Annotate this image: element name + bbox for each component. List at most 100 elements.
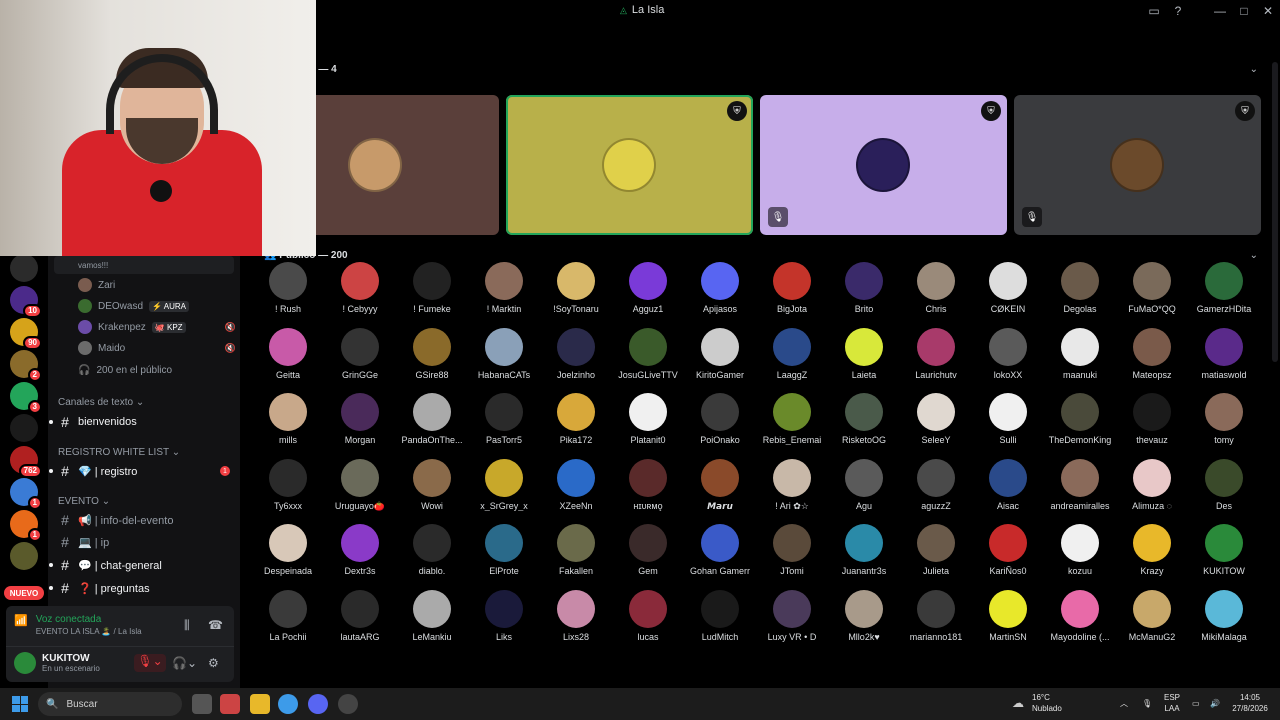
audience-member[interactable]: Pika172	[540, 393, 612, 445]
audience-member[interactable]: Apijasos	[684, 262, 756, 314]
file-explorer-icon[interactable]	[250, 694, 270, 714]
audience-member[interactable]: McManuG2	[1116, 589, 1188, 642]
minimize-button[interactable]: —	[1208, 0, 1232, 22]
server-icon[interactable]	[10, 414, 38, 442]
server-icon[interactable]: 2	[10, 350, 42, 382]
network-icon[interactable]: ▭	[1192, 698, 1200, 709]
audience-member[interactable]: Aisac	[972, 458, 1044, 511]
audience-member[interactable]: Des	[1188, 458, 1260, 511]
audience-member[interactable]: ! Cebyyy	[324, 262, 396, 314]
audience-member[interactable]: Mateopsz	[1116, 327, 1188, 380]
settings-gear-icon[interactable]: ⚙	[208, 656, 219, 670]
audience-member[interactable]: Rebis_Enemai	[756, 393, 828, 445]
audience-member[interactable]: ! Ari ✿☆	[756, 458, 828, 512]
audience-member[interactable]: thevauz	[1116, 393, 1188, 445]
task-view-icon[interactable]	[192, 694, 212, 714]
chevron-down-icon[interactable]: ⌄	[1250, 64, 1258, 75]
channel-registro[interactable]: # 💎 | registro 1	[49, 461, 236, 481]
audience-member[interactable]: mills	[252, 393, 324, 445]
audience-member[interactable]: !SoyTonaru	[540, 262, 612, 314]
audience-member[interactable]: JosuGLiveTTV	[612, 327, 684, 380]
language-indicator[interactable]: ESP LAA	[1164, 692, 1180, 714]
maximize-button[interactable]: □	[1232, 0, 1256, 22]
audience-member[interactable]: matiaswold	[1188, 327, 1260, 380]
audience-member[interactable]: marianno181	[900, 589, 972, 642]
category-text-channels[interactable]: Canales de texto ⌄	[58, 397, 144, 408]
audience-member[interactable]: BigJota	[756, 262, 828, 314]
channel-ip[interactable]: # 💻 | ip	[58, 532, 236, 552]
audience-member[interactable]: ! Rush	[252, 262, 324, 314]
chrome-icon[interactable]	[278, 694, 298, 714]
server-icon[interactable]: 762	[10, 446, 42, 478]
audience-member[interactable]: Wowi	[396, 458, 468, 511]
audience-member[interactable]: KariÑos0	[972, 524, 1044, 576]
audience-member[interactable]: La Pochii	[252, 589, 324, 642]
weather[interactable]: 16°C Nublado	[1032, 692, 1062, 714]
audience-member[interactable]: Agguz1	[612, 262, 684, 314]
audience-member[interactable]: XZeeNn	[540, 458, 612, 511]
audience-member[interactable]: Liks	[468, 589, 540, 642]
obs-icon[interactable]	[338, 694, 358, 714]
audience-member[interactable]: Joelzinho	[540, 327, 612, 380]
inbox-icon[interactable]: ▭	[1142, 0, 1166, 22]
audience-member[interactable]: Agu	[828, 458, 900, 511]
audience-member[interactable]: Fakallen	[540, 524, 612, 576]
audience-member[interactable]: Gem	[612, 524, 684, 576]
clock[interactable]: 14:05 27/8/2026	[1228, 692, 1272, 714]
audience-member[interactable]: Chris	[900, 262, 972, 314]
audience-member[interactable]: Mllo2k♥	[828, 589, 900, 642]
audience-member[interactable]: GSire88	[396, 327, 468, 380]
audience-member[interactable]: Brito	[828, 262, 900, 314]
audience-member[interactable]: LeMankiu	[396, 589, 468, 642]
audience-member[interactable]: kozuu	[1044, 524, 1116, 576]
mic-icon[interactable]: 🎙	[1142, 698, 1152, 709]
server-icon[interactable]	[10, 254, 38, 282]
audience-member[interactable]: Mayodoline (...	[1044, 589, 1116, 642]
audience-member[interactable]: Alimuza ◌	[1116, 458, 1188, 511]
help-icon[interactable]: ?	[1166, 0, 1190, 22]
voice-user[interactable]: DEOwasd ⚡ AURA	[78, 297, 236, 315]
audience-member[interactable]: Geitta	[252, 327, 324, 380]
audience-member[interactable]: Despeinada	[252, 524, 324, 576]
audience-member[interactable]: Degolas	[1044, 262, 1116, 314]
audience-member[interactable]: ʜɪᴜʀᴍǫ	[612, 458, 684, 511]
category-registro[interactable]: REGISTRO WHITE LIST ⌄	[58, 447, 180, 458]
mic-muted-icon[interactable]: 🎙⌄	[134, 654, 166, 672]
audience-member[interactable]: Uruguayo🍅	[324, 458, 396, 512]
headphones-icon[interactable]: 🎧⌄	[172, 656, 197, 670]
audience-member[interactable]: maanuki	[1044, 327, 1116, 380]
speaker-tile[interactable]: ⛨ 🎙	[1014, 95, 1261, 235]
audience-member[interactable]: Ty6xxx	[252, 458, 324, 511]
channel-bienvenidos[interactable]: # bienvenidos	[49, 412, 236, 432]
audience-member[interactable]: Laurichutv	[900, 327, 972, 380]
audience-member[interactable]: SeleeY	[900, 393, 972, 445]
audience-member[interactable]: diablo.	[396, 524, 468, 576]
audience-member[interactable]: aguzzZ	[900, 458, 972, 511]
disconnect-icon[interactable]: ☎	[208, 618, 223, 632]
audience-member[interactable]: Juanantr3s	[828, 524, 900, 576]
tray-chevron-icon[interactable]: ︿	[1120, 698, 1128, 709]
audience-member[interactable]: Laieta	[828, 327, 900, 380]
server-icon[interactable]: 1	[10, 478, 42, 510]
server-icon[interactable]	[10, 542, 38, 570]
audience-member[interactable]: Morgan	[324, 393, 396, 445]
audience-member[interactable]: lokoXX	[972, 327, 1044, 380]
audience-member[interactable]: KUKITOW	[1188, 524, 1260, 576]
voice-user[interactable]: Maido 🔇	[78, 339, 236, 357]
audience-member[interactable]: MikiMalaga	[1188, 589, 1260, 642]
server-icon[interactable]: 3	[10, 382, 42, 414]
audience-member[interactable]: tomy	[1188, 393, 1260, 445]
audience-member[interactable]: Julieta	[900, 524, 972, 576]
audience-member[interactable]: RisketoOG	[828, 393, 900, 445]
public-count[interactable]: 🎧 200 en el público	[78, 361, 236, 379]
channel-chat-general[interactable]: # 💬 | chat-general	[49, 555, 236, 575]
close-button[interactable]: ✕	[1256, 0, 1280, 22]
windows-start-icon[interactable]	[12, 696, 28, 712]
taskbar-search[interactable]: 🔍 Buscar	[38, 692, 182, 716]
audience-member[interactable]: ! Fumeke	[396, 262, 468, 314]
audience-member[interactable]: ElProte	[468, 524, 540, 576]
audience-member[interactable]: Luxy VR • D	[756, 589, 828, 642]
scrollbar[interactable]	[1272, 62, 1278, 362]
audience-member[interactable]: KiritoGamer	[684, 327, 756, 380]
discord-icon[interactable]	[308, 694, 328, 714]
